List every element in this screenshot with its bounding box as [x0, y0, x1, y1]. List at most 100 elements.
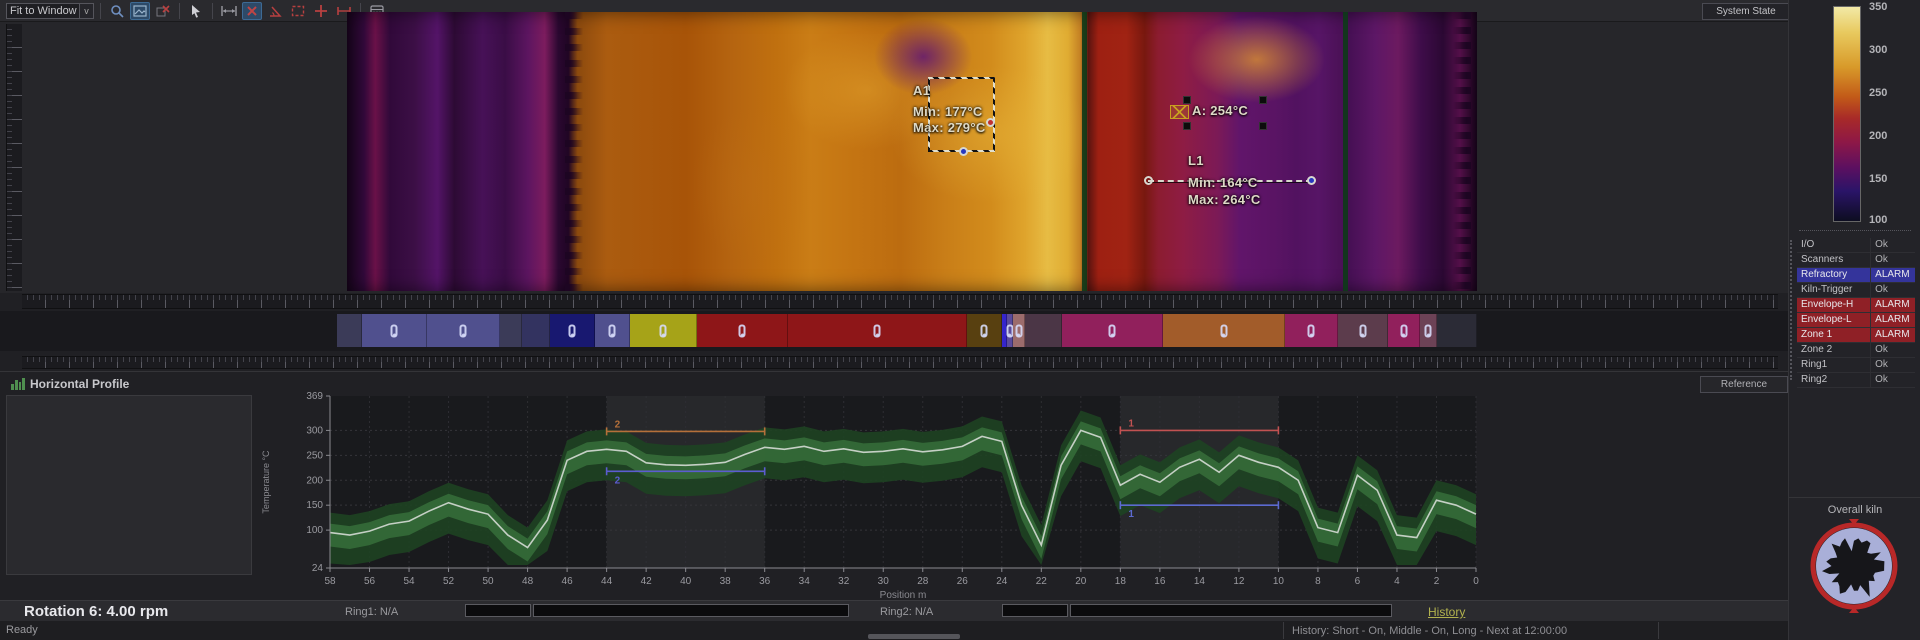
- svg-text:150: 150: [306, 500, 323, 511]
- profile-legend-panel: [6, 395, 252, 575]
- delete-roi-icon[interactable]: [242, 2, 262, 20]
- thermal-image[interactable]: A1 Min: 177°C Max: 279°C A: 254°C L1 Min…: [347, 12, 1477, 291]
- view-mode-select[interactable]: Fit to Window v: [6, 3, 94, 19]
- rotation-readout: Rotation 6: 4.00 rpm: [24, 603, 168, 620]
- chevron-down-icon[interactable]: v: [80, 3, 94, 19]
- search-icon[interactable]: [107, 2, 127, 20]
- zone-segment[interactable]: [1420, 314, 1437, 347]
- min-point-marker: [959, 147, 968, 156]
- status-value: Ok: [1870, 358, 1915, 372]
- svg-text:48: 48: [522, 576, 534, 587]
- statusbar-separator: [1658, 622, 1659, 639]
- zone-segment[interactable]: [1285, 314, 1338, 347]
- toolbar-separator: [212, 3, 213, 19]
- spot-a-label[interactable]: A: 254°C: [1192, 103, 1248, 118]
- overall-kiln-gauge[interactable]: [1806, 518, 1902, 614]
- status-row[interactable]: Zone 2Ok: [1797, 343, 1915, 358]
- panel-splitter[interactable]: [1790, 240, 1792, 380]
- status-row[interactable]: Envelope-LALARM: [1797, 313, 1915, 328]
- zone-segment[interactable]: [427, 314, 500, 347]
- roi-rect-icon[interactable]: [288, 2, 308, 20]
- svg-text:58: 58: [324, 576, 336, 587]
- scale-tick-label: 300: [1869, 44, 1915, 56]
- thermometer-icon: [660, 324, 667, 337]
- line-l1-end[interactable]: [1307, 176, 1316, 185]
- reference-button[interactable]: Reference: [1700, 376, 1788, 393]
- status-value: Ok: [1870, 238, 1915, 252]
- selection-handle[interactable]: [1259, 96, 1267, 104]
- history-link[interactable]: History: [1428, 605, 1465, 619]
- zone-segment[interactable]: [697, 314, 788, 347]
- zone-segment[interactable]: [1338, 314, 1388, 347]
- svg-text:250: 250: [306, 450, 323, 461]
- zone-segment[interactable]: [630, 314, 697, 347]
- zone-segment[interactable]: [1163, 314, 1285, 347]
- thermometer-icon: [1109, 324, 1116, 337]
- status-row[interactable]: Kiln-TriggerOk: [1797, 283, 1915, 298]
- status-row[interactable]: Ring2Ok: [1797, 373, 1915, 388]
- selection-handle[interactable]: [1259, 122, 1267, 130]
- zone-segment[interactable]: [595, 314, 630, 347]
- status-value: ALARM: [1870, 313, 1915, 327]
- zone-segment[interactable]: [1013, 314, 1025, 347]
- section-divider: [1799, 230, 1911, 231]
- status-row[interactable]: RefractoryALARM: [1797, 268, 1915, 283]
- status-row[interactable]: Envelope-HALARM: [1797, 298, 1915, 313]
- status-label: Zone 1: [1797, 328, 1870, 342]
- status-row[interactable]: ScannersOk: [1797, 253, 1915, 268]
- status-label: Ring1: [1797, 358, 1870, 372]
- zone-segment[interactable]: [550, 314, 595, 347]
- zone-segment[interactable]: [1062, 314, 1163, 347]
- status-row[interactable]: Ring1Ok: [1797, 358, 1915, 373]
- taskbar-fragment: [868, 634, 960, 639]
- thermometer-icon: [1400, 324, 1407, 337]
- svg-text:50: 50: [483, 576, 495, 587]
- svg-text:24: 24: [996, 576, 1008, 587]
- angle-measure-icon[interactable]: [265, 2, 285, 20]
- status-value: ALARM: [1870, 298, 1915, 312]
- status-row[interactable]: Zone 1ALARM: [1797, 328, 1915, 343]
- status-row[interactable]: I/OOk: [1797, 238, 1915, 253]
- view-mode-value[interactable]: Fit to Window: [6, 3, 80, 19]
- svg-text:300: 300: [306, 425, 323, 436]
- svg-text:8: 8: [1315, 576, 1321, 587]
- zone-segment[interactable]: [788, 314, 967, 347]
- image-icon[interactable]: [130, 2, 150, 20]
- right-sidebar: 350300250200150100 I/OOkScannersOkRefrac…: [1788, 0, 1920, 640]
- width-measure-icon[interactable]: [219, 2, 239, 20]
- zone-segment[interactable]: [1025, 314, 1062, 347]
- line-l1-start[interactable]: [1144, 176, 1153, 185]
- zone-segment[interactable]: [1388, 314, 1420, 347]
- pointer-icon[interactable]: [186, 2, 206, 20]
- thermometer-icon: [1006, 324, 1013, 337]
- thermometer-icon: [1220, 324, 1227, 337]
- delete-image-icon[interactable]: [153, 2, 173, 20]
- horizontal-ruler-bottom: [22, 356, 1778, 369]
- svg-text:Position m: Position m: [880, 590, 927, 600]
- horizontal-profile-chart[interactable]: 2211369300250200150100245856545250484644…: [255, 390, 1500, 600]
- zone-segment[interactable]: [362, 314, 427, 347]
- zone-segment[interactable]: [1437, 314, 1477, 347]
- horizontal-profile-panel: Horizontal Profile Reference 22113693002…: [0, 371, 1788, 601]
- overall-kiln-panel: Overall kiln: [1789, 497, 1920, 640]
- zone-segment[interactable]: [337, 314, 362, 347]
- status-value: Ok: [1870, 283, 1915, 297]
- selection-handle[interactable]: [1183, 122, 1191, 130]
- serrated-edge: [565, 12, 583, 291]
- thermometer-icon: [981, 324, 988, 337]
- system-state-button[interactable]: System State: [1702, 3, 1790, 20]
- panel-title: Horizontal Profile: [30, 377, 129, 391]
- kiln-seam-line: [1343, 12, 1348, 291]
- cross-marker-icon[interactable]: [311, 2, 331, 20]
- selection-handle[interactable]: [1183, 96, 1191, 104]
- toolbar-separator: [100, 3, 101, 19]
- svg-text:16: 16: [1154, 576, 1166, 587]
- max-point-marker: [986, 118, 995, 127]
- zone-segment[interactable]: [967, 314, 1002, 347]
- thermometer-icon: [874, 324, 881, 337]
- zone-segment[interactable]: [500, 314, 522, 347]
- status-label: Refractory: [1797, 268, 1870, 282]
- zone-segment[interactable]: [522, 314, 550, 347]
- kiln-status-bar: Rotation 6: 4.00 rpm Ring1: N/A Ring2: N…: [0, 600, 1920, 622]
- thermometer-icon: [569, 324, 576, 337]
